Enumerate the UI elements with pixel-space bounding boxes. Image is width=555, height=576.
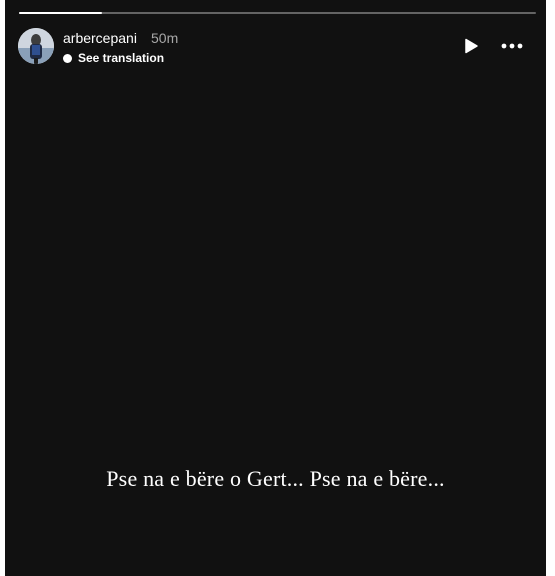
story-viewer: arbercepani 50m See translation Pse na e… — [5, 0, 546, 576]
story-progress-bar — [19, 12, 536, 14]
story-caption: Pse na e bëre o Gert... Pse na e bëre... — [106, 466, 445, 491]
translate-icon — [63, 53, 72, 63]
avatar-image — [18, 28, 54, 64]
avatar[interactable] — [18, 28, 54, 64]
story-username[interactable]: arbercepani — [63, 30, 137, 46]
play-icon — [465, 38, 478, 54]
more-options-button[interactable] — [500, 38, 524, 54]
more-icon — [501, 43, 523, 49]
story-progress-fill — [19, 12, 102, 14]
see-translation-label: See translation — [78, 51, 165, 65]
story-timestamp: 50m — [151, 30, 179, 46]
see-translation-link[interactable]: See translation — [63, 51, 164, 65]
play-button[interactable] — [463, 38, 479, 54]
